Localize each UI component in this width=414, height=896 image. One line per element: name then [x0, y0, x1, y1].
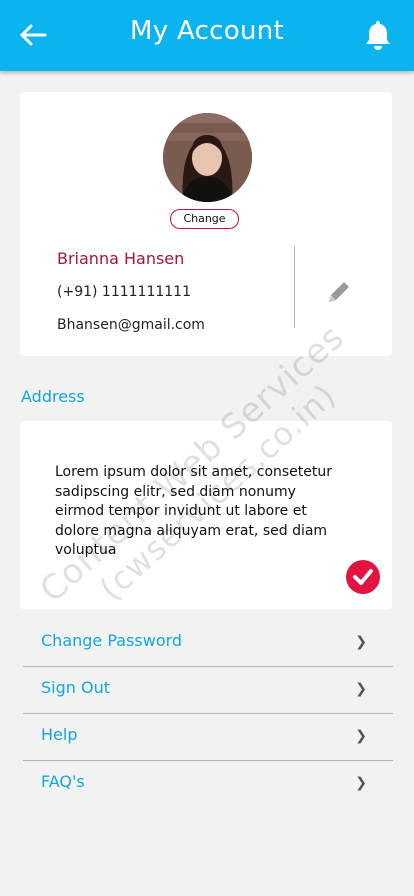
menu-item-label: Change Password [41, 631, 183, 650]
chevron-right-icon: ❯ [355, 728, 367, 744]
menu-item-label: Help [41, 725, 78, 744]
menu-item-change-password[interactable]: Change Password ❯ [23, 620, 393, 667]
user-phone: (+91) 1111111111 [57, 284, 191, 300]
edit-profile-button[interactable] [324, 277, 354, 307]
app-header: My Account [0, 0, 414, 71]
page-title: My Account [129, 16, 285, 46]
user-email: Bhansen@gmail.com [57, 317, 205, 333]
chevron-right-icon: ❯ [355, 634, 367, 650]
user-name: Brianna Hansen [57, 249, 185, 268]
menu-item-label: FAQ's [41, 772, 85, 791]
user-photo [163, 113, 252, 202]
pencil-icon [329, 282, 349, 302]
address-label: Address [21, 387, 85, 406]
address-card: Lorem ipsum dolor sit amet, consetetur s… [20, 421, 392, 609]
confirm-address-button[interactable] [346, 560, 380, 594]
chevron-right-icon: ❯ [355, 775, 367, 791]
vertical-divider [294, 246, 295, 328]
change-photo-button[interactable]: Change [170, 209, 239, 229]
avatar[interactable] [163, 113, 252, 202]
checkmark-icon [353, 569, 373, 585]
menu-item-label: Sign Out [41, 678, 110, 697]
notifications-button[interactable] [362, 18, 394, 52]
profile-card: Change Brianna Hansen (+91) 1111111111 B… [20, 92, 392, 356]
menu-item-sign-out[interactable]: Sign Out ❯ [23, 667, 393, 714]
bell-icon [366, 21, 390, 50]
menu-item-faqs[interactable]: FAQ's ❯ [23, 761, 393, 807]
address-text[interactable]: Lorem ipsum dolor sit amet, consetetur s… [55, 463, 345, 561]
account-menu: Change Password ❯ Sign Out ❯ Help ❯ FAQ'… [23, 620, 393, 807]
chevron-right-icon: ❯ [355, 681, 367, 697]
menu-item-help[interactable]: Help ❯ [23, 714, 393, 761]
